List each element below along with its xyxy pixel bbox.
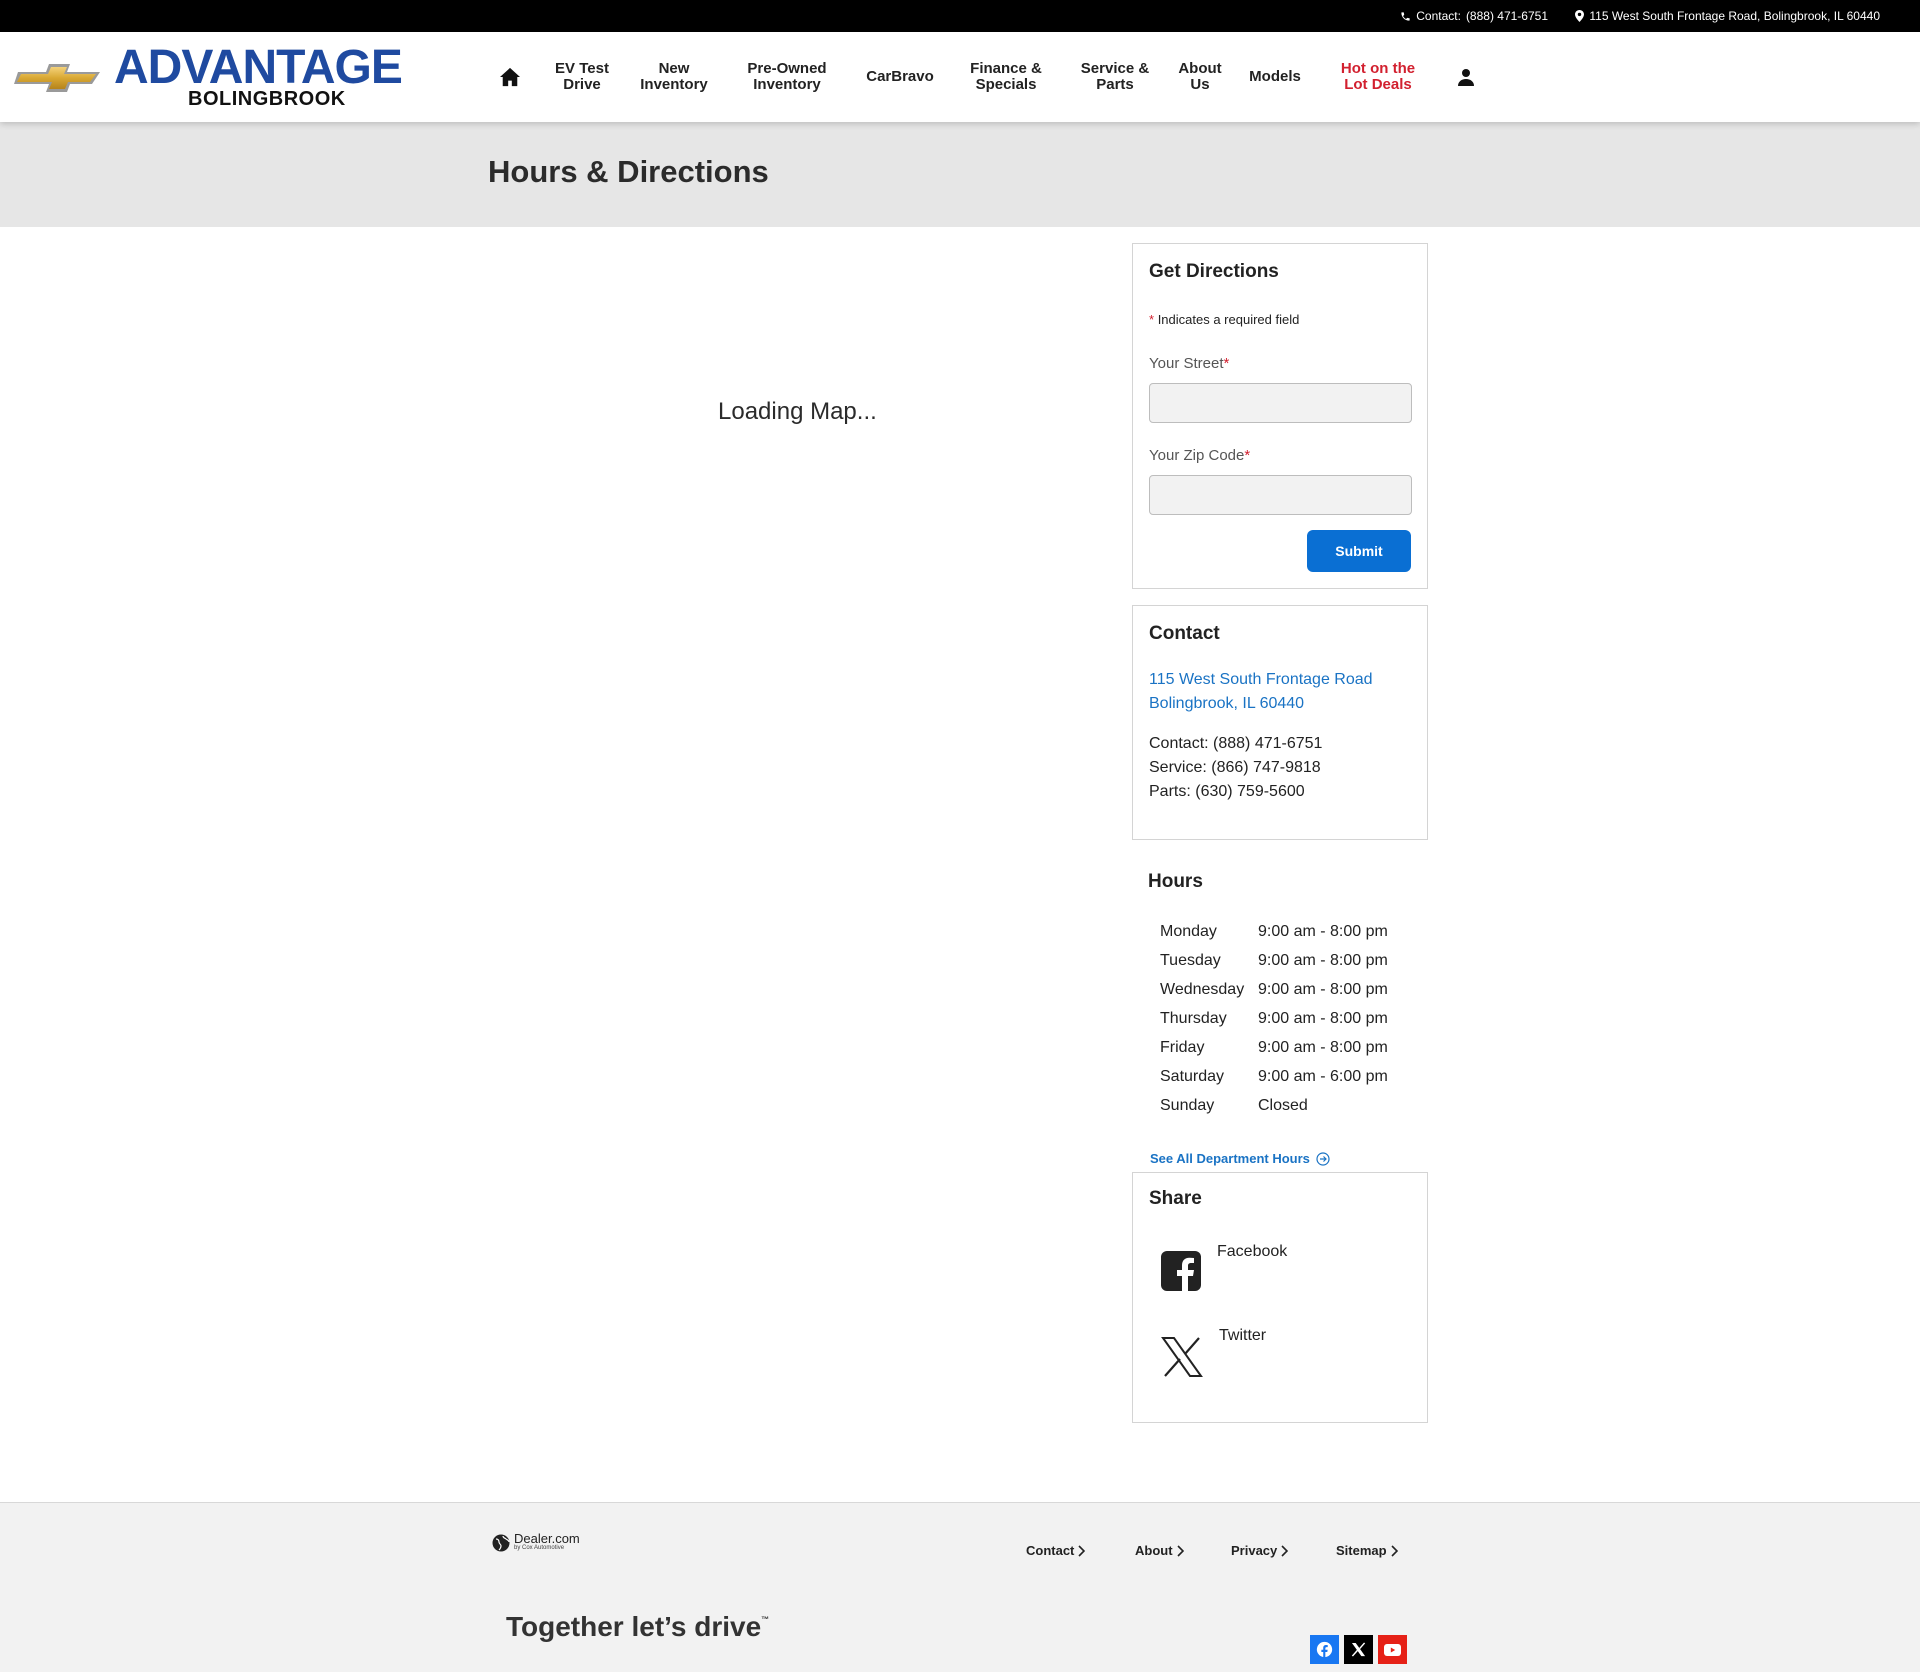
chevron-right-icon [1391, 1544, 1398, 1557]
x-twitter-icon[interactable] [1161, 1336, 1203, 1378]
hours-time: 9:00 am - 8:00 pm [1258, 1010, 1388, 1027]
footer-tagline-text: Together let’s drive [506, 1611, 762, 1642]
dealer-com-brand: Dealer.com [514, 1531, 580, 1546]
required-note-text: Indicates a required field [1157, 312, 1300, 327]
hours-day: Sunday [1160, 1097, 1215, 1114]
hours-time: Closed [1258, 1097, 1308, 1114]
brand-location[interactable]: BOLINGBROOK [188, 88, 346, 111]
nav-pre-owned-inventory[interactable]: Pre-Owned Inventory [734, 32, 840, 122]
page-title-band: Hours & Directions [0, 122, 1920, 227]
facebook-icon [1316, 1641, 1333, 1658]
hours-time: 9:00 am - 8:00 pm [1258, 981, 1388, 998]
x-icon [1351, 1642, 1366, 1657]
top-utility-bar: Contact: (888) 471-6751 115 West South F… [0, 0, 1920, 32]
get-directions-panel: Get Directions * Indicates a required fi… [1132, 243, 1428, 589]
contact-title: Contact [1149, 623, 1220, 644]
footer-link-sitemap[interactable]: Sitemap [1336, 1543, 1398, 1558]
footer-link-contact[interactable]: Contact [1026, 1543, 1086, 1558]
hours-day: Wednesday [1160, 981, 1245, 998]
topbar-address[interactable]: 115 West South Frontage Road, Bolingbroo… [1575, 9, 1880, 23]
footer-link-about-label[interactable]: About [1135, 1543, 1173, 1558]
topbar-contact-label: Contact: [1416, 9, 1461, 23]
dealer-com-logo[interactable]: Dealer.com by Cox Automotive [492, 1531, 580, 1552]
hours-day: Monday [1160, 923, 1217, 940]
hours-time: 9:00 am - 6:00 pm [1258, 1068, 1388, 1085]
arrow-circle-right-icon [1316, 1151, 1330, 1166]
phone-icon [1401, 11, 1410, 21]
chevron-right-icon [1078, 1544, 1086, 1557]
footer-link-sitemap-label[interactable]: Sitemap [1336, 1543, 1387, 1558]
topbar-address-text[interactable]: 115 West South Frontage Road, Bolingbroo… [1589, 9, 1880, 23]
facebook-icon[interactable] [1161, 1251, 1201, 1291]
required-field-note: * Indicates a required field [1149, 312, 1299, 327]
chevrolet-bowtie-logo[interactable] [14, 62, 104, 99]
nav-about-us[interactable]: About Us [1170, 32, 1230, 122]
footer-x-link[interactable] [1344, 1635, 1373, 1664]
submit-button[interactable]: Submit [1307, 530, 1411, 572]
footer-facebook-link[interactable] [1310, 1635, 1339, 1664]
share-twitter-label[interactable]: Twitter [1219, 1327, 1266, 1345]
hours-day: Friday [1160, 1039, 1205, 1056]
street-label-text: Your Street [1149, 355, 1224, 372]
topbar-contact[interactable]: Contact: (888) 471-6751 [1400, 9, 1548, 23]
nav-new-inventory[interactable]: New Inventory [628, 32, 720, 122]
footer-link-about[interactable]: About [1135, 1543, 1184, 1558]
nav-finance-specials[interactable]: Finance & Specials [958, 32, 1054, 122]
zip-label: Your Zip Code* [1149, 447, 1250, 464]
map-loading-text: Loading Map... [718, 398, 877, 425]
zip-required-marker: * [1244, 447, 1251, 464]
share-panel: Share Facebook Twitter [1132, 1172, 1428, 1423]
chevron-right-icon [1176, 1544, 1184, 1557]
footer-link-privacy[interactable]: Privacy [1231, 1543, 1289, 1558]
contact-panel: Contact 115 West South Frontage Road Bol… [1132, 605, 1428, 840]
street-label: Your Street* [1149, 355, 1229, 372]
trademark-mark: ™ [761, 1615, 770, 1624]
get-directions-title: Get Directions [1149, 261, 1279, 282]
footer-tagline: Together let’s drive™ [506, 1611, 769, 1643]
footer-youtube-link[interactable] [1378, 1635, 1407, 1664]
contact-parts-phone[interactable]: Parts: (630) 759-5600 [1149, 783, 1305, 801]
nav-models[interactable]: Models [1240, 32, 1310, 122]
street-required-marker: * [1223, 355, 1230, 372]
hours-title: Hours [1148, 871, 1203, 892]
zip-code-input[interactable] [1149, 475, 1412, 515]
site-header: ADVANTAGE BOLINGBROOK EV Test Drive New … [0, 32, 1920, 122]
hours-time: 9:00 am - 8:00 pm [1258, 952, 1388, 969]
contact-address-line2[interactable]: Bolingbrook, IL 60440 [1149, 695, 1304, 713]
youtube-icon [1384, 1643, 1401, 1656]
hours-time: 9:00 am - 8:00 pm [1258, 923, 1388, 940]
user-icon [1458, 69, 1474, 86]
brand-name[interactable]: ADVANTAGE [114, 44, 403, 92]
map-pin-icon [1575, 10, 1585, 22]
contact-service-phone[interactable]: Service: (866) 747-9818 [1149, 759, 1321, 777]
site-footer: Dealer.com by Cox Automotive Contact Abo… [0, 1502, 1920, 1672]
department-hours-label[interactable]: See All Department Hours [1150, 1151, 1310, 1166]
topbar-contact-phone[interactable]: (888) 471-6751 [1466, 9, 1548, 23]
hours-day: Thursday [1160, 1010, 1227, 1027]
street-input[interactable] [1149, 383, 1412, 423]
footer-link-privacy-label[interactable]: Privacy [1231, 1543, 1277, 1558]
contact-address-line1[interactable]: 115 West South Frontage Road [1149, 671, 1373, 689]
required-marker: * [1149, 312, 1155, 327]
nav-service-parts[interactable]: Service & Parts [1066, 32, 1164, 122]
hours-day: Tuesday [1160, 952, 1221, 969]
share-title: Share [1149, 1188, 1202, 1209]
nav-hot-on-the-lot-deals[interactable]: Hot on the Lot Deals [1326, 32, 1430, 122]
nav-carbravo[interactable]: CarBravo [854, 32, 946, 122]
chevron-right-icon [1281, 1544, 1289, 1557]
nav-account[interactable] [1452, 32, 1480, 122]
hours-time: 9:00 am - 8:00 pm [1258, 1039, 1388, 1056]
home-icon [500, 67, 520, 87]
see-all-department-hours-link[interactable]: See All Department Hours [1150, 1151, 1330, 1166]
globe-icon [492, 1534, 510, 1551]
nav-home[interactable] [492, 32, 528, 122]
hours-day: Saturday [1160, 1068, 1225, 1085]
dealer-com-sub: by Cox Automotive [514, 1545, 565, 1551]
share-facebook-label[interactable]: Facebook [1217, 1243, 1287, 1261]
zip-label-text: Your Zip Code [1149, 447, 1245, 464]
page-title: Hours & Directions [488, 154, 769, 189]
nav-ev-test-drive[interactable]: EV Test Drive [542, 32, 622, 122]
footer-link-contact-label[interactable]: Contact [1026, 1543, 1074, 1558]
contact-sales-phone[interactable]: Contact: (888) 471-6751 [1149, 735, 1322, 753]
